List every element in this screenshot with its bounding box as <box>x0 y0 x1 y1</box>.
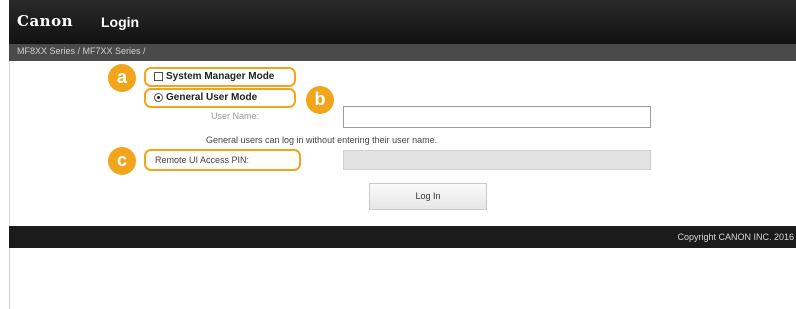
breadcrumb-bar: MF8XX Series / MF7XX Series / <box>9 44 796 61</box>
general-user-mode-label: General User Mode <box>166 92 258 103</box>
blank-area <box>9 248 796 309</box>
breadcrumb: MF8XX Series / MF7XX Series / <box>17 46 146 56</box>
callout-a: a <box>108 64 136 92</box>
general-user-mode-option[interactable]: General User Mode <box>154 92 257 103</box>
callout-c: c <box>108 147 136 175</box>
footer-bar: Copyright CANON INC. 2016 <box>9 226 796 248</box>
pin-input[interactable] <box>343 150 651 170</box>
system-manager-mode-label: System Manager Mode <box>166 71 275 82</box>
login-form: a System Manager Mode General User Mode … <box>9 61 796 226</box>
checkbox-icon[interactable] <box>154 72 163 81</box>
user-name-input[interactable] <box>343 106 651 128</box>
remote-ui-window: Canon Login MF8XX Series / MF7XX Series … <box>9 0 796 309</box>
callout-b: b <box>306 86 334 114</box>
radio-selected-icon[interactable] <box>154 93 163 102</box>
copyright-text: Copyright CANON INC. 2016 <box>677 232 794 242</box>
page-title: Login <box>101 14 140 30</box>
header-bar: Canon Login <box>9 0 796 44</box>
user-name-label: User Name: <box>211 111 260 121</box>
general-user-note: General users can log in without enterin… <box>206 135 438 145</box>
brand-logo: Canon <box>17 12 73 30</box>
log-in-button[interactable]: Log In <box>369 183 487 210</box>
pin-label: Remote UI Access PIN: <box>155 155 250 165</box>
system-manager-mode-option[interactable]: System Manager Mode <box>154 71 274 82</box>
